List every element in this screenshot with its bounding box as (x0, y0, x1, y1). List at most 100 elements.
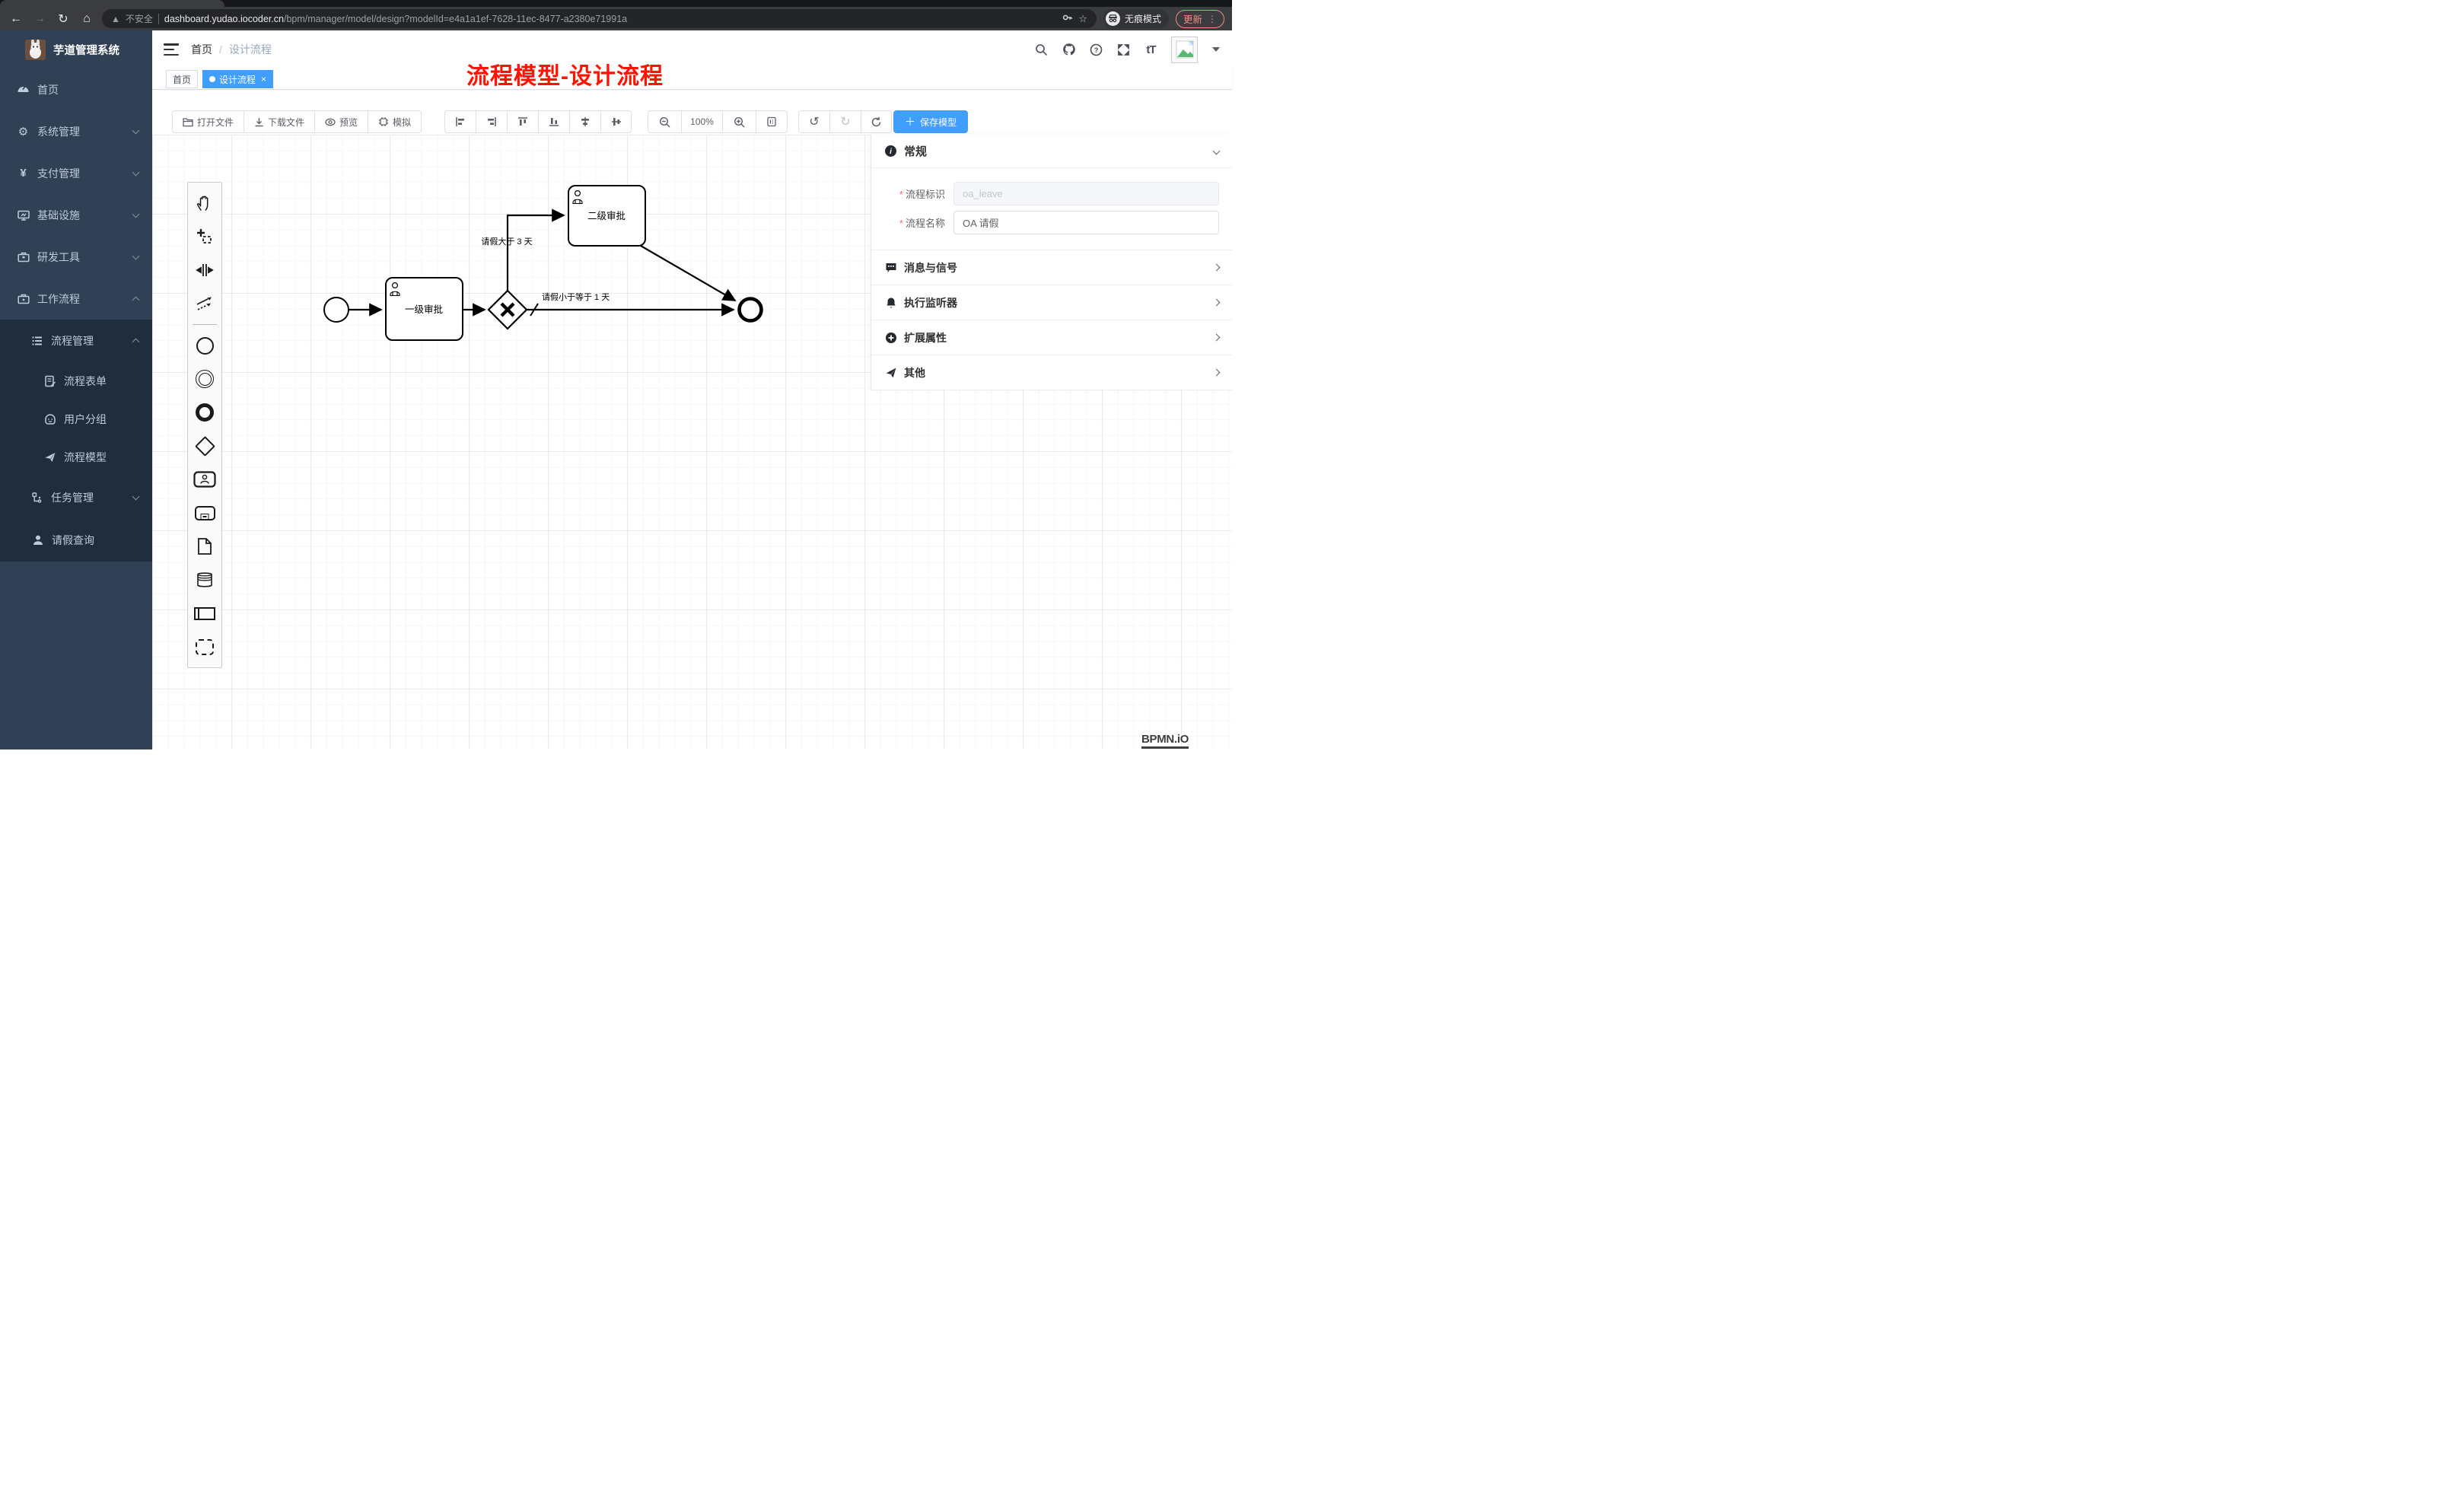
github-icon[interactable] (1062, 43, 1076, 57)
form-icon (43, 375, 56, 388)
section-label: 扩展属性 (904, 330, 1207, 345)
align-center-horizontal-button[interactable] (569, 110, 600, 133)
bpmn-canvas[interactable]: 一级审批 (152, 135, 1232, 750)
sidebar-item-workflow[interactable]: 工作流程 (0, 278, 152, 320)
update-button[interactable]: 更新 ⋮ (1176, 10, 1224, 28)
user-task-level1[interactable]: 一级审批 (386, 278, 463, 340)
sidebar-item-task-mgmt[interactable]: 任务管理 (0, 476, 152, 519)
fullscreen-icon[interactable] (1116, 43, 1131, 57)
zoom-reset-button[interactable] (756, 110, 788, 133)
form-row-process-name: *流程名称 (871, 211, 1219, 234)
sidebar-item-home[interactable]: 首页 (0, 68, 152, 110)
divider (158, 14, 159, 24)
panel-section-listeners[interactable]: 执行监听器 (871, 285, 1232, 320)
preview-button[interactable]: 预览 (314, 110, 368, 133)
url-path: /bpm/manager/model/design?modelId=e4a1a1… (284, 14, 627, 24)
sidebar-item-label: 基础设施 (37, 208, 133, 223)
svg-text:?: ? (1094, 46, 1099, 55)
align-top-button[interactable] (507, 110, 538, 133)
browser-menu-icon[interactable]: ⋮ (1208, 14, 1217, 24)
browser-active-tab[interactable] (0, 0, 224, 7)
incognito-icon (1106, 11, 1120, 26)
simulate-button[interactable]: 模拟 (368, 110, 422, 133)
url-text[interactable]: dashboard.yudao.iocoder.cn/bpm/manager/m… (164, 14, 1057, 24)
panel-section-other[interactable]: 其他 (871, 355, 1232, 390)
exclusive-gateway[interactable] (489, 291, 527, 329)
process-name-input[interactable] (953, 211, 1219, 234)
avatar-caret-icon[interactable] (1212, 47, 1220, 52)
save-model-button[interactable]: ＋ 保存模型 (893, 110, 968, 133)
align-center-vertical-button[interactable] (600, 110, 632, 133)
field-label: *流程标识 (871, 186, 953, 201)
navbar: 首页 / 设计流程 ? t (152, 30, 1232, 68)
sidebar-item-process-mgmt[interactable]: 流程管理 (0, 320, 152, 362)
sidebar-item-user-group[interactable]: 用户分组 (0, 400, 152, 438)
flow-label-le1[interactable]: 请假小于等于 1 天 (542, 291, 610, 302)
tab-home[interactable]: 首页 (166, 70, 198, 88)
bookmark-star-icon[interactable]: ☆ (1078, 13, 1087, 25)
forward-button[interactable]: → (31, 11, 48, 27)
bpmn-io-watermark[interactable]: BPMN.iO (1141, 733, 1189, 749)
download-file-button[interactable]: 下载文件 (244, 110, 314, 133)
help-icon[interactable]: ? (1089, 43, 1103, 57)
user-task-level2[interactable]: 二级审批 (568, 186, 645, 246)
avatar[interactable] (1171, 37, 1198, 63)
chevron-down-icon (132, 168, 140, 176)
undo-button[interactable]: ↺ (798, 110, 829, 133)
sidebar-item-label: 请假查询 (52, 533, 138, 548)
form-row-process-key: *流程标识 (871, 182, 1219, 205)
security-label[interactable]: 不安全 (126, 12, 153, 25)
password-key-icon[interactable] (1062, 12, 1073, 25)
end-event[interactable] (740, 299, 762, 321)
flow-task2-to-end[interactable] (641, 246, 735, 301)
sidebar-item-payment[interactable]: ¥ 支付管理 (0, 152, 152, 194)
align-left-button[interactable] (444, 110, 476, 133)
sidebar-item-infra[interactable]: 基础设施 (0, 194, 152, 236)
process-key-input[interactable] (953, 182, 1219, 205)
reload-button[interactable]: ↻ (55, 11, 72, 27)
align-bottom-button[interactable] (538, 110, 569, 133)
breadcrumb-current: 设计流程 (229, 42, 272, 57)
svg-text:i: i (890, 148, 892, 156)
redo-button[interactable]: ↻ (829, 110, 861, 133)
section-title: 常规 (904, 143, 1207, 159)
start-event[interactable] (324, 298, 349, 322)
flow-gateway-to-task2[interactable] (508, 215, 564, 291)
refresh-button[interactable] (861, 110, 892, 133)
align-right-button[interactable] (476, 110, 507, 133)
paper-plane-icon (43, 451, 56, 464)
hamburger-icon[interactable] (164, 43, 179, 56)
sidebar-item-process-model[interactable]: 流程模型 (0, 438, 152, 476)
address-bar[interactable]: ▲ 不安全 dashboard.yudao.iocoder.cn/bpm/man… (102, 9, 1097, 28)
tab-design-process[interactable]: 设计流程 × (202, 70, 273, 88)
browser-tabstrip (0, 0, 1232, 7)
section-label: 执行监听器 (904, 295, 1207, 310)
font-size-icon[interactable]: tT (1144, 43, 1158, 57)
panel-section-extended-attrs[interactable]: 扩展属性 (871, 320, 1232, 355)
breadcrumb-home[interactable]: 首页 (191, 42, 212, 57)
sidebar-item-system[interactable]: ⚙ 系统管理 (0, 110, 152, 152)
zoom-level[interactable]: 100% (681, 110, 722, 133)
button-label: 预览 (339, 116, 358, 129)
tree-icon (30, 492, 43, 504)
zoom-in-button[interactable] (722, 110, 756, 133)
back-button[interactable]: ← (8, 11, 24, 27)
main-area: 流程模型-设计流程 首页 / 设计流程 ? (152, 30, 1232, 750)
eye-icon (325, 117, 336, 127)
home-button[interactable]: ⌂ (78, 11, 95, 27)
search-icon[interactable] (1034, 43, 1049, 57)
close-tab-icon[interactable]: × (261, 74, 266, 84)
flow-label-gt3[interactable]: 请假大于 3 天 (481, 236, 532, 247)
zoom-out-button[interactable] (648, 110, 681, 133)
sidebar-item-leave-query[interactable]: 请假查询 (0, 519, 152, 562)
workflow-submenu: 流程管理 流程表单 用户分组 (0, 320, 152, 562)
open-file-button[interactable]: 打开文件 (172, 110, 244, 133)
panel-section-messages[interactable]: 消息与信号 (871, 250, 1232, 285)
designer-content: 打开文件 下载文件 预览 (152, 91, 1232, 750)
history-button-group: ↺ ↻ (798, 110, 892, 133)
sidebar-item-process-form[interactable]: 流程表单 (0, 362, 152, 400)
panel-section-general[interactable]: i 常规 (871, 135, 1232, 168)
app-logo-row[interactable]: 芋道管理系统 (0, 30, 152, 68)
browser-chrome: ← → ↻ ⌂ ▲ 不安全 dashboard.yudao.iocoder.cn… (0, 0, 1232, 30)
sidebar-item-devtools[interactable]: 研发工具 (0, 236, 152, 278)
